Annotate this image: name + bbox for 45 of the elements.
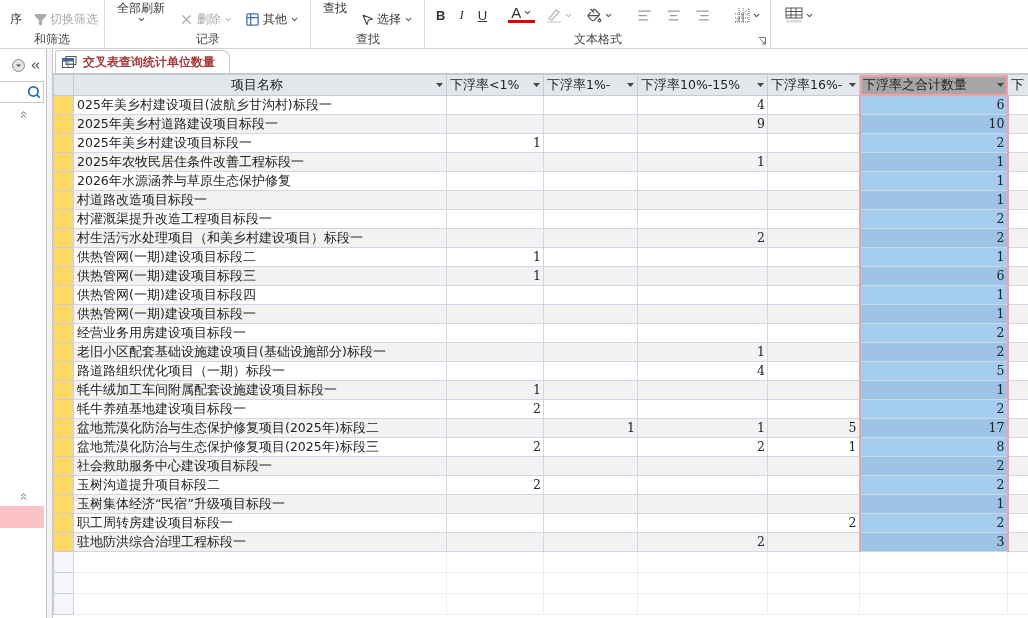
bold-button[interactable]: B [433, 4, 449, 26]
find-button[interactable]: 查找 [319, 2, 351, 15]
table-cell: 6 [859, 95, 1008, 115]
dropdown-caret-icon[interactable] [997, 83, 1004, 87]
column-header[interactable]: 项目名称 [73, 74, 447, 96]
group-label: 查找 [355, 32, 380, 48]
filter-icon [34, 12, 47, 26]
table-icon [245, 11, 260, 27]
column-header[interactable]: 下浮率1%- [543, 74, 638, 96]
align-center-icon [666, 7, 682, 23]
column-header[interactable]: 下浮率10%-15% [637, 74, 768, 96]
group-label: 记录 [195, 32, 220, 48]
select-all-corner[interactable] [53, 74, 74, 96]
dropdown-caret-icon[interactable] [757, 83, 764, 87]
dropdown-caret-icon[interactable] [533, 83, 540, 87]
cursor-icon [361, 12, 374, 26]
column-header[interactable]: 下浮率<1% [446, 74, 544, 96]
crosstab-query-icon [62, 55, 77, 69]
group-label: 文本格式 [573, 32, 622, 48]
table-icon [785, 7, 804, 23]
font-color-button[interactable]: A [508, 4, 536, 23]
gridlines-icon [734, 7, 751, 23]
column-header[interactable]: 下浮率之合计数量 [859, 74, 1008, 96]
italic-button[interactable]: I [456, 4, 467, 26]
dropdown-caret-icon[interactable] [627, 83, 634, 87]
dropdown-icon[interactable] [12, 58, 25, 72]
document-tab[interactable]: 交叉表查询统计单位数量 [55, 50, 230, 73]
select-button[interactable]: 选择 [359, 8, 415, 30]
more-button[interactable]: 其他 [243, 8, 301, 30]
refresh-all-button[interactable]: 全部刷新 [113, 2, 169, 24]
caret-icon [136, 15, 146, 24]
align-right-icon [695, 7, 711, 23]
group-label: 和筛选 [34, 32, 70, 48]
column-header[interactable]: 下浮率16%- [767, 74, 860, 96]
align-left-icon [637, 7, 653, 23]
search-field[interactable] [0, 81, 44, 103]
dropdown-caret-icon[interactable] [436, 83, 443, 87]
search-icon [27, 85, 41, 99]
sort-button[interactable]: 序 [8, 8, 24, 30]
paint-bucket-icon [587, 7, 603, 23]
column-header[interactable]: 下 [1007, 74, 1028, 96]
dialog-launcher-icon[interactable] [758, 37, 766, 45]
dropdown-caret-icon[interactable] [849, 83, 856, 87]
underline-button[interactable]: U [474, 4, 491, 26]
highlighter-icon [546, 7, 563, 23]
